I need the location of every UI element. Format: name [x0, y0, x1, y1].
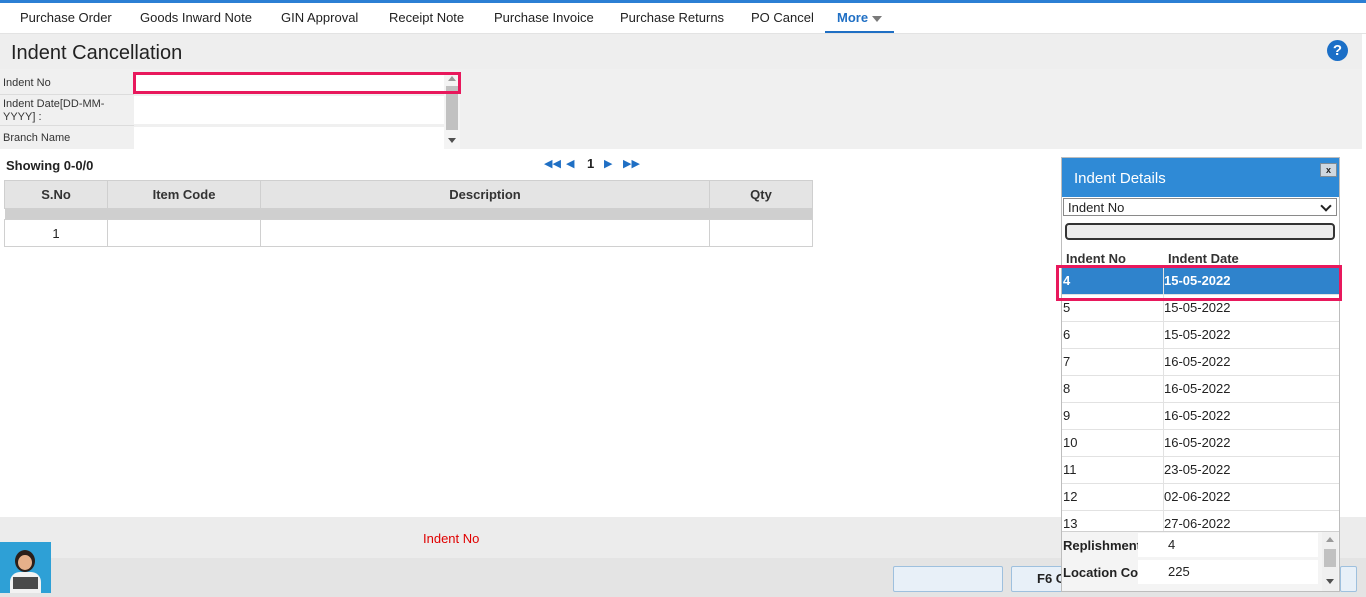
indent-details-panel: Indent Details x Indent No Indent No Ind…	[1061, 157, 1340, 592]
item-indent-date: 16-05-2022	[1164, 408, 1231, 423]
item-indent-date: 02-06-2022	[1164, 489, 1231, 504]
scroll-thumb[interactable]	[1324, 549, 1336, 567]
assistant-avatar[interactable]	[0, 542, 51, 593]
indent-date-field[interactable]	[134, 96, 444, 124]
list-item[interactable]: 6 15-05-2022	[1062, 322, 1339, 349]
item-indent-date: 15-05-2022	[1164, 327, 1231, 342]
replishment-no-value[interactable]: 4	[1138, 533, 1318, 557]
list-item[interactable]: 11 23-05-2022	[1062, 457, 1339, 484]
col-item-code: Item Code	[107, 180, 261, 209]
page-header: Indent Cancellation ?	[0, 34, 1362, 69]
indent-date-label: Indent Date[DD-MM-YYYY] :	[3, 98, 105, 123]
branch-name-label: Branch Name	[3, 132, 71, 144]
item-indent-no: 10	[1063, 435, 1078, 450]
item-indent-date: 16-05-2022	[1164, 381, 1231, 396]
panel-header: Indent Details x	[1062, 158, 1339, 197]
panel-details: Replishment No 4 Location Code 225	[1062, 531, 1339, 591]
item-indent-no: 9	[1063, 408, 1071, 423]
tab-more[interactable]: More	[825, 3, 895, 33]
chevron-down-icon	[1320, 200, 1332, 212]
item-indent-date: 23-05-2022	[1164, 462, 1231, 477]
list-item[interactable]: 8 16-05-2022	[1062, 376, 1339, 403]
help-icon[interactable]: ?	[1327, 40, 1348, 61]
close-icon[interactable]: x	[1320, 163, 1337, 177]
panel-title: Indent Details	[1074, 170, 1166, 187]
selected-row-highlight	[1056, 265, 1342, 301]
indent-no-label: Indent No	[3, 77, 51, 89]
cell-sno: 1	[4, 219, 108, 247]
table-header-row: S.No Item Code Description Qty	[4, 180, 813, 209]
form-divider	[0, 125, 134, 126]
tab-purchase-order[interactable]: Purchase Order	[20, 3, 112, 33]
laptop-icon	[13, 577, 38, 589]
item-indent-no: 8	[1063, 381, 1071, 396]
action-button-edge[interactable]	[1340, 566, 1357, 592]
item-indent-no: 12	[1063, 489, 1078, 504]
details-scrollbar[interactable]	[1322, 532, 1338, 591]
col-qty: Qty	[709, 180, 813, 209]
action-button[interactable]	[893, 566, 1003, 592]
scroll-up-icon[interactable]	[1326, 537, 1334, 542]
next-page-icon[interactable]: ▶	[604, 156, 612, 172]
cell-qty[interactable]	[709, 219, 813, 247]
page-title: Indent Cancellation	[11, 42, 183, 64]
list-item[interactable]: 10 16-05-2022	[1062, 430, 1339, 457]
item-indent-date: 16-05-2022	[1164, 435, 1231, 450]
item-indent-no: 7	[1063, 354, 1071, 369]
validation-message: Indent No	[423, 531, 480, 546]
tab-receipt-note[interactable]: Receipt Note	[389, 3, 464, 33]
list-item[interactable]: 7 16-05-2022	[1062, 349, 1339, 376]
tab-more-label: More	[837, 10, 869, 25]
indent-list: 4 15-05-2022 5 15-05-2022 6 15-05-2022 7 16-…	[1062, 268, 1339, 538]
scroll-down-icon[interactable]	[448, 138, 456, 143]
form-divider	[0, 94, 134, 95]
list-item[interactable]: 9 16-05-2022	[1062, 403, 1339, 430]
item-indent-no: 6	[1063, 327, 1071, 342]
page-number: 1	[587, 156, 595, 171]
avatar-face	[18, 555, 32, 570]
search-field-select[interactable]: Indent No	[1063, 198, 1337, 216]
table-row[interactable]: 1	[4, 219, 813, 247]
scroll-down-icon[interactable]	[1326, 579, 1334, 584]
search-field-value: Indent No	[1068, 200, 1125, 215]
branch-name-field[interactable]	[134, 127, 444, 149]
last-page-icon[interactable]: ▶▶	[623, 156, 640, 172]
tab-purchase-invoice[interactable]: Purchase Invoice	[494, 3, 594, 33]
item-indent-no: 11	[1063, 462, 1077, 477]
search-input[interactable]	[1065, 223, 1335, 240]
first-page-icon[interactable]: ◀◀	[544, 156, 561, 172]
item-indent-date: 16-05-2022	[1164, 354, 1231, 369]
indent-no-highlight	[133, 72, 461, 94]
tab-po-cancel[interactable]: PO Cancel	[751, 3, 814, 33]
cell-item-code[interactable]	[107, 219, 261, 247]
col-indent-no: Indent No	[1066, 251, 1126, 266]
tab-purchase-returns[interactable]: Purchase Returns	[620, 3, 724, 33]
items-table: S.No Item Code Description Qty 1	[4, 180, 813, 247]
location-code-value[interactable]: 225	[1138, 560, 1318, 584]
showing-count: Showing 0-0/0	[6, 158, 94, 173]
col-indent-date: Indent Date	[1168, 251, 1239, 266]
tab-goods-inward-note[interactable]: Goods Inward Note	[140, 3, 252, 33]
tab-gin-approval[interactable]: GIN Approval	[281, 3, 358, 33]
col-description: Description	[260, 180, 710, 209]
cell-description[interactable]	[260, 219, 710, 247]
col-sno: S.No	[4, 180, 108, 209]
list-item[interactable]: 12 02-06-2022	[1062, 484, 1339, 511]
module-tab-bar: Purchase Order Goods Inward Note GIN App…	[0, 3, 1366, 34]
caret-down-icon	[872, 15, 883, 22]
table-band-cell	[4, 208, 813, 220]
prev-page-icon[interactable]: ◀	[566, 156, 574, 172]
table-band	[4, 208, 813, 220]
